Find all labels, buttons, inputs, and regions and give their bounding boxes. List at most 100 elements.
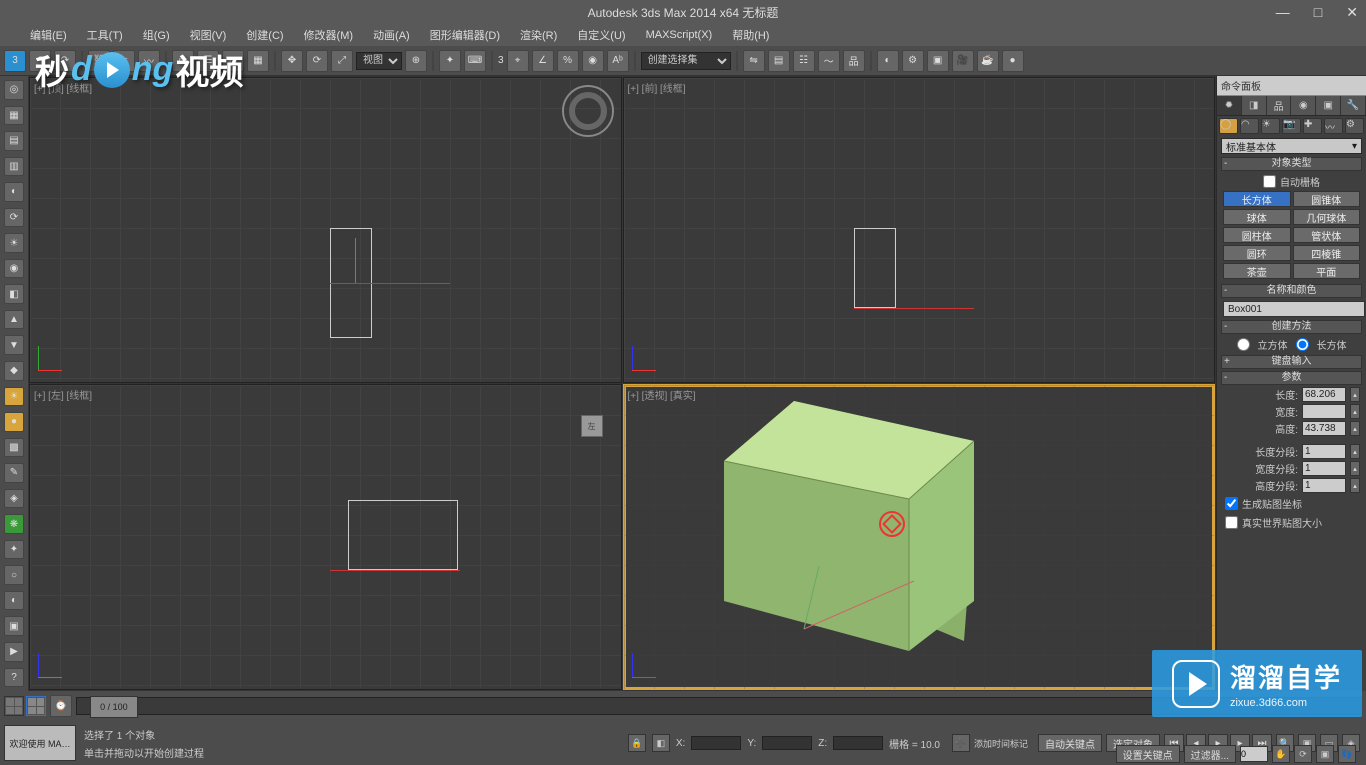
tube-button[interactable]: 管状体 [1293,227,1361,243]
maximize-button[interactable]: □ [1314,4,1322,21]
nav-orbit[interactable]: ⟳ [1294,745,1312,763]
length-spin[interactable]: ▴ [1350,387,1360,402]
parameters-rollout-header[interactable]: -参数 [1221,371,1362,385]
app-icon[interactable]: 3 [4,50,26,72]
lt-icon-15[interactable]: ▩ [4,438,24,458]
coord-x-input[interactable] [691,736,741,750]
keymode-button[interactable]: ⌨ [464,50,486,72]
viewcube-left[interactable]: 左 [581,415,603,437]
plane-button[interactable]: 平面 [1293,263,1361,279]
create-method-rollout-header[interactable]: -创建方法 [1221,320,1362,334]
real-world-checkbox[interactable] [1225,516,1238,529]
length-input[interactable] [1302,387,1346,402]
lt-icon-14[interactable]: ● [4,412,24,432]
menu-view[interactable]: 视图(V) [190,27,227,43]
hierarchy-tab[interactable]: 品 [1267,96,1292,115]
heiseg-spin[interactable]: ▴ [1350,478,1360,493]
lt-icon-17[interactable]: ◈ [4,489,24,509]
lt-icon-8[interactable]: ◉ [4,259,24,279]
iso-icon[interactable]: ◧ [652,734,670,752]
schematic-button[interactable]: 品 [843,50,865,72]
cube-radio[interactable] [1237,338,1250,351]
align-button[interactable]: ▤ [768,50,790,72]
lenseg-spin[interactable]: ▴ [1350,444,1360,459]
utilities-tab[interactable]: 🔧 [1341,96,1366,115]
move-button[interactable]: ✥ [281,50,303,72]
lt-icon-10[interactable]: ▲ [4,310,24,330]
geometry-subtab[interactable]: ◯ [1219,118,1238,134]
spacewarps-subtab[interactable]: 〰 [1324,118,1343,134]
viewport-left[interactable]: [+] [左] [线框] 左 [29,384,622,690]
menu-grapheditors[interactable]: 图形编辑器(D) [430,27,500,43]
set-key-button[interactable]: 设置关键点 [1116,745,1180,763]
material-editor-button[interactable]: ◐ [877,50,899,72]
box-radio[interactable] [1296,338,1309,351]
sphere-button[interactable]: 球体 [1223,209,1291,225]
lt-icon-3[interactable]: ▤ [4,131,24,151]
menu-rendering[interactable]: 渲染(R) [520,27,557,43]
cone-button[interactable]: 圆锥体 [1293,191,1361,207]
viewport-layout-1[interactable] [4,696,24,716]
viewport-top[interactable]: [+] [顶] [线框] [29,77,622,383]
menu-edit[interactable]: 编辑(E) [30,27,67,43]
lights-subtab[interactable]: ☀ [1261,118,1280,134]
menu-animation[interactable]: 动画(A) [373,27,410,43]
menu-maxscript[interactable]: MAXScript(X) [646,29,713,41]
lt-icon-24[interactable]: ? [4,668,24,688]
box-button[interactable]: 长方体 [1223,191,1291,207]
auto-key-button[interactable]: 自动关键点 [1038,734,1102,752]
menu-modifiers[interactable]: 修改器(M) [304,27,354,43]
pyramid-button[interactable]: 四棱锥 [1293,245,1361,261]
width-spin[interactable]: ▴ [1350,404,1360,419]
coord-z-input[interactable] [833,736,883,750]
current-frame-input[interactable] [1240,746,1268,762]
edit-named-sel-button[interactable]: Aᵇ [607,50,629,72]
named-sel-select[interactable]: 创建选择集 [641,52,731,70]
lt-icon-5[interactable]: ◐ [4,182,24,202]
viewcube-top[interactable] [561,84,615,138]
create-tab[interactable]: ✹ [1217,96,1242,115]
lt-icon-22[interactable]: ▣ [4,616,24,636]
teapot-button[interactable]: 茶壶 [1223,263,1291,279]
lt-icon-12[interactable]: ◆ [4,361,24,381]
layers-button[interactable]: ☷ [793,50,815,72]
lt-icon-13[interactable]: ☀ [4,387,24,407]
lt-icon-1[interactable]: ◎ [4,80,24,100]
motion-tab[interactable]: ◉ [1291,96,1316,115]
render-prod-button[interactable]: 🎥 [952,50,974,72]
modify-tab[interactable]: ◨ [1242,96,1267,115]
addtime-icon[interactable]: ➕ [952,734,970,752]
cursor-gizmo[interactable] [879,511,905,537]
height-seg-input[interactable] [1302,478,1346,493]
lt-icon-21[interactable]: ◐ [4,591,24,611]
window-crossing-button[interactable]: ▦ [247,50,269,72]
render-button[interactable]: ● [1002,50,1024,72]
render-setup-button[interactable]: ⚙ [902,50,924,72]
lt-icon-2[interactable]: ▦ [4,106,24,126]
percent-snap-button[interactable]: % [557,50,579,72]
cylinder-button[interactable]: 圆柱体 [1223,227,1291,243]
curve-editor-button[interactable]: 〜 [818,50,840,72]
lt-icon-16[interactable]: ✎ [4,463,24,483]
geosphere-button[interactable]: 几何球体 [1293,209,1361,225]
lt-icon-18[interactable]: ❋ [4,514,24,534]
coord-y-input[interactable] [762,736,812,750]
key-filter-button[interactable]: 过滤器... [1184,745,1236,763]
lt-icon-7[interactable]: ☀ [4,233,24,253]
auto-grid-checkbox[interactable] [1263,175,1276,188]
gen-mapping-checkbox[interactable] [1225,497,1238,510]
viewport-perspective[interactable]: [+] [透视] [真实] [623,384,1216,690]
width-input[interactable] [1302,404,1346,419]
display-tab[interactable]: ▣ [1316,96,1341,115]
menu-tools[interactable]: 工具(T) [87,27,123,43]
width-seg-input[interactable] [1302,461,1346,476]
lt-icon-9[interactable]: ◧ [4,284,24,304]
lt-icon-11[interactable]: ▼ [4,335,24,355]
menu-create[interactable]: 创建(C) [246,27,283,43]
render-iter-button[interactable]: ☕ [977,50,999,72]
height-spin[interactable]: ▴ [1350,421,1360,436]
nav-max[interactable]: ▣ [1316,745,1334,763]
render-frame-button[interactable]: ▣ [927,50,949,72]
lock-icon[interactable]: 🔒 [628,734,646,752]
lt-icon-4[interactable]: ▥ [4,157,24,177]
